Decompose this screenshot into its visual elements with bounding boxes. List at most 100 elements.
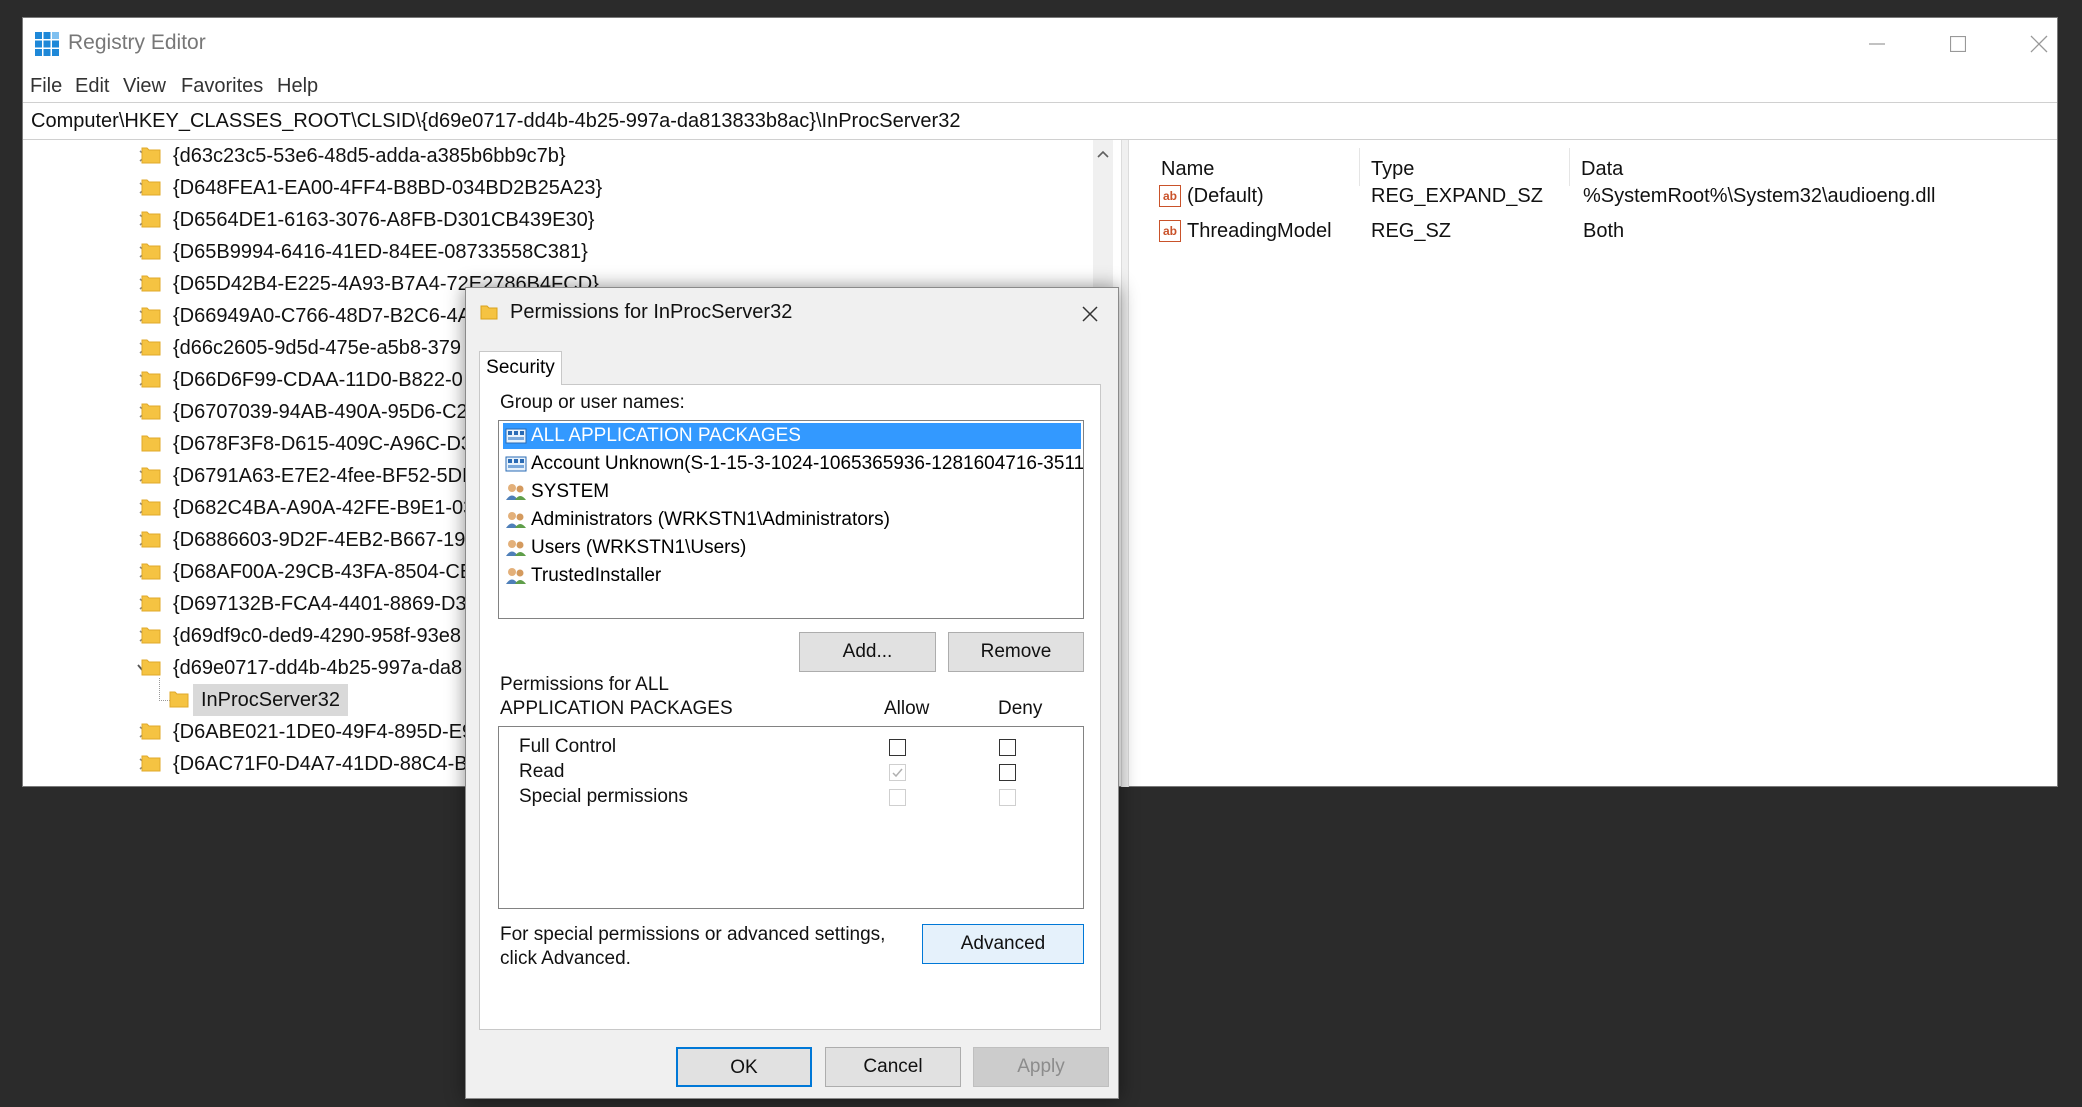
folder-icon bbox=[141, 659, 161, 676]
folder-icon bbox=[141, 371, 161, 388]
value-type: REG_SZ bbox=[1371, 220, 1452, 242]
folder-icon bbox=[141, 627, 161, 644]
column-type-header[interactable]: Type bbox=[1371, 158, 1414, 181]
registry-editor-icon bbox=[35, 32, 59, 56]
maximize-button[interactable] bbox=[1928, 26, 1988, 62]
folder-icon bbox=[141, 755, 161, 772]
menu-file[interactable]: File bbox=[30, 75, 62, 98]
users-icon bbox=[506, 568, 526, 584]
menu-help[interactable]: Help bbox=[277, 75, 318, 98]
tree-item[interactable]: {D6564DE1-6163-3076-A8FB-D301CB439E30} bbox=[23, 204, 1091, 236]
tab-security[interactable]: Security bbox=[479, 351, 562, 385]
users-icon bbox=[506, 512, 526, 528]
tree-item-label: {D697132B-FCA4-4401-8869-D3 bbox=[173, 593, 467, 615]
address-bar[interactable]: Computer\HKEY_CLASSES_ROOT\CLSID\{d69e07… bbox=[23, 102, 2057, 140]
column-data-header[interactable]: Data bbox=[1581, 158, 1623, 181]
folder-icon bbox=[141, 595, 161, 612]
user-list-item[interactable]: Account Unknown(S-1-15-3-1024-1065365936… bbox=[503, 451, 1083, 477]
folder-icon bbox=[141, 403, 161, 420]
tree-item-label: {D6564DE1-6163-3076-A8FB-D301CB439E30} bbox=[173, 209, 595, 231]
value-row[interactable]: ab (Default) REG_EXPAND_SZ %SystemRoot%\Sys… bbox=[1131, 180, 2051, 212]
value-data: Both bbox=[1583, 220, 1625, 242]
deny-checkbox[interactable] bbox=[999, 764, 1016, 781]
allow-checkbox[interactable] bbox=[889, 739, 906, 756]
allow-checkbox bbox=[889, 789, 906, 806]
value-name: ThreadingModel bbox=[1187, 220, 1332, 242]
menu-view[interactable]: View bbox=[123, 75, 166, 98]
column-name-header[interactable]: Name bbox=[1161, 158, 1214, 181]
folder-icon bbox=[141, 307, 161, 324]
user-name: Administrators (WRKSTN1\Administrators) bbox=[531, 509, 890, 530]
user-list[interactable]: ALL APPLICATION PACKAGES Account Unknown(… bbox=[498, 420, 1084, 619]
window-title: Registry Editor bbox=[68, 31, 206, 54]
pane-splitter[interactable] bbox=[1121, 140, 1129, 787]
permissions-list: Full Control Read Special permissions bbox=[498, 726, 1084, 909]
group-user-names-label: Group or user names: bbox=[500, 392, 685, 413]
user-list-item[interactable]: Administrators (WRKSTN1\Administrators) bbox=[503, 507, 1081, 533]
user-list-item[interactable]: SYSTEM bbox=[503, 479, 1081, 505]
checkmark-icon bbox=[892, 768, 903, 778]
minimize-button[interactable] bbox=[1847, 26, 1907, 62]
cancel-button[interactable]: Cancel bbox=[825, 1047, 961, 1087]
add-button[interactable]: Add... bbox=[799, 632, 936, 672]
tree-item-label: {D6ABE021-1DE0-49F4-895D-E9 bbox=[173, 721, 474, 743]
folder-icon bbox=[141, 499, 161, 516]
folder-icon bbox=[141, 467, 161, 484]
scroll-up-icon[interactable] bbox=[1093, 144, 1113, 164]
menu-favorites[interactable]: Favorites bbox=[181, 75, 263, 98]
package-icon bbox=[505, 456, 527, 472]
value-type: REG_EXPAND_SZ bbox=[1371, 185, 1543, 207]
tree-item-label: {D68AF00A-29CB-43FA-8504-CE bbox=[173, 561, 474, 583]
folder-icon bbox=[141, 147, 161, 164]
close-icon[interactable] bbox=[1078, 302, 1102, 326]
folder-icon bbox=[141, 531, 161, 548]
deny-checkbox[interactable] bbox=[999, 739, 1016, 756]
minimize-icon bbox=[1869, 43, 1885, 45]
users-icon bbox=[506, 484, 526, 500]
remove-button[interactable]: Remove bbox=[948, 632, 1084, 672]
tree-item-label: {D648FEA1-EA00-4FF4-B8BD-034BD2B25A23} bbox=[173, 177, 603, 199]
menu-edit[interactable]: Edit bbox=[75, 75, 109, 98]
folder-icon bbox=[141, 275, 161, 292]
user-list-item[interactable]: Users (WRKSTN1\Users) bbox=[503, 535, 1081, 561]
string-value-icon: ab bbox=[1159, 185, 1181, 207]
value-data: %SystemRoot%\System32\audioeng.dll bbox=[1583, 185, 1936, 207]
deny-checkbox bbox=[999, 789, 1016, 806]
maximize-icon bbox=[1950, 36, 1966, 52]
permissions-dialog: Permissions for InProcServer32 Security … bbox=[465, 287, 1119, 1099]
tree-item-label: {D65B9994-6416-41ED-84EE-08733558C381} bbox=[173, 241, 588, 263]
user-name: TrustedInstaller bbox=[531, 565, 662, 586]
user-list-item[interactable]: ALL APPLICATION PACKAGES bbox=[503, 423, 1081, 449]
dialog-title: Permissions for InProcServer32 bbox=[510, 301, 793, 323]
tree-item-label: {D66D6F99-CDAA-11D0-B822-0 bbox=[173, 369, 463, 391]
user-name: ALL APPLICATION PACKAGES bbox=[531, 425, 801, 446]
folder-icon bbox=[480, 305, 498, 320]
tree-item-label: {D6AC71F0-D4A7-41DD-88C4-B bbox=[173, 753, 468, 775]
title-bar[interactable]: Registry Editor bbox=[23, 18, 2057, 70]
string-value-icon: ab bbox=[1159, 220, 1181, 242]
permission-name: Special permissions bbox=[519, 786, 688, 807]
advanced-hint-line2: click Advanced. bbox=[500, 948, 631, 969]
tree-item-label: {d69df9c0-ded9-4290-958f-93e8 bbox=[173, 625, 462, 647]
tree-item-label: InProcServer32 bbox=[193, 684, 348, 716]
apply-button[interactable]: Apply bbox=[973, 1047, 1109, 1087]
advanced-button[interactable]: Advanced bbox=[922, 924, 1084, 964]
allow-checkbox bbox=[889, 764, 906, 781]
tree-item[interactable]: {D65B9994-6416-41ED-84EE-08733558C381} bbox=[23, 236, 1091, 268]
tree-item[interactable]: {d63c23c5-53e6-48d5-adda-a385b6bb9c7b} bbox=[23, 140, 1091, 172]
user-list-item[interactable]: TrustedInstaller bbox=[503, 563, 1081, 589]
folder-icon bbox=[169, 691, 189, 708]
users-icon bbox=[506, 540, 526, 556]
package-icon bbox=[505, 428, 527, 444]
value-row[interactable]: ab ThreadingModel REG_SZ Both bbox=[1131, 215, 2051, 247]
tree-item[interactable]: {D648FEA1-EA00-4FF4-B8BD-034BD2B25A23} bbox=[23, 172, 1091, 204]
values-list: Name Type Data ab (Default) REG_EXPAND_SZ%… bbox=[1131, 140, 2057, 787]
ok-button[interactable]: OK bbox=[676, 1047, 812, 1087]
tree-item-label: {d69e0717-dd4b-4b25-997a-da8 bbox=[173, 657, 463, 679]
folder-icon bbox=[141, 723, 161, 740]
tree-item-label: {d66c2605-9d5d-475e-a5b8-379 bbox=[173, 337, 462, 359]
close-window-button[interactable] bbox=[2009, 26, 2069, 62]
permission-name: Read bbox=[519, 761, 565, 782]
tree-item-label: {D6707039-94AB-490A-95D6-C2 bbox=[173, 401, 468, 423]
folder-icon bbox=[141, 179, 161, 196]
